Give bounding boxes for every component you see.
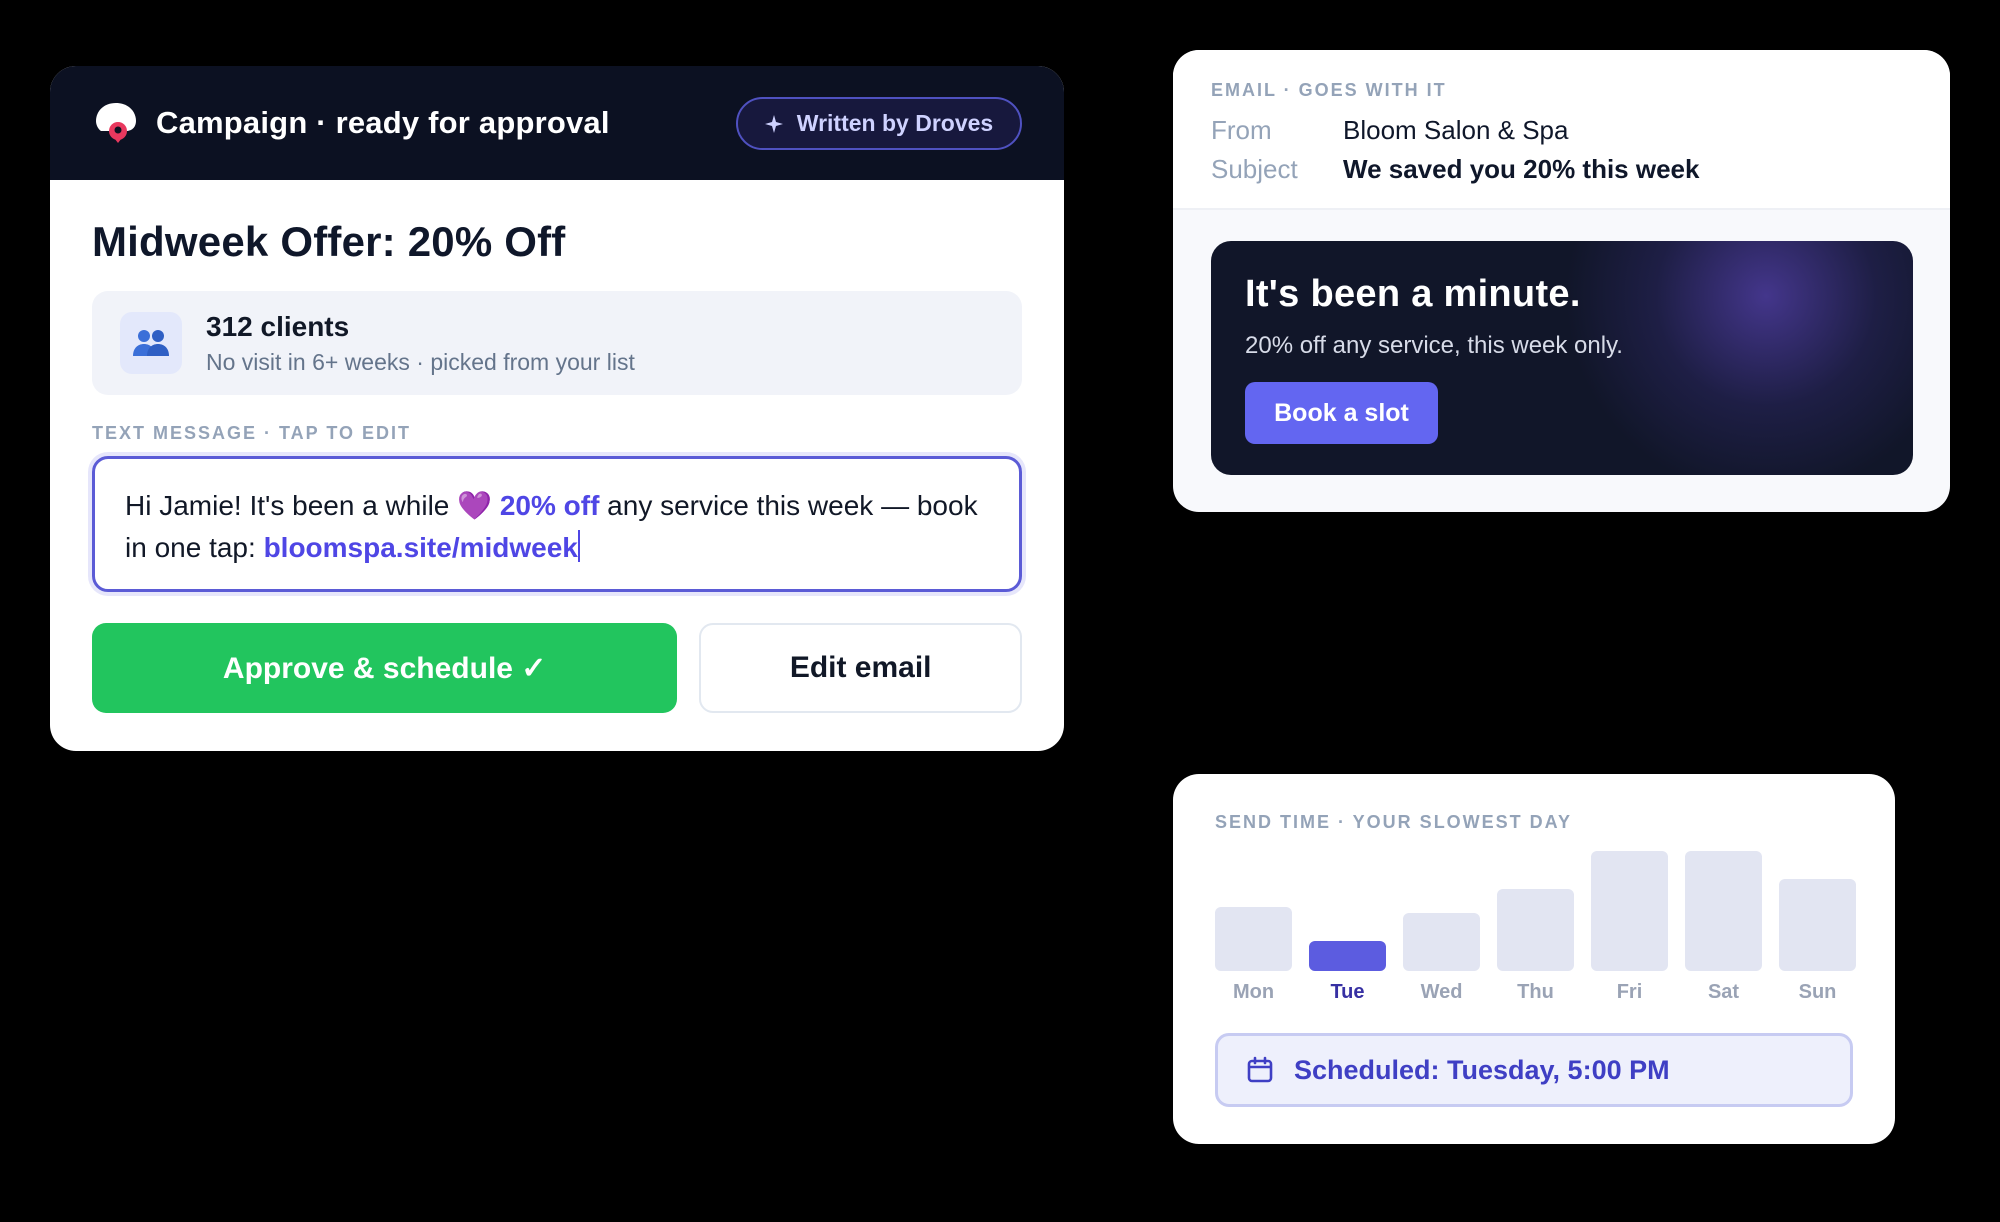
day-label-fri: Fri bbox=[1616, 981, 1643, 1003]
day-label-sun: Sun bbox=[1798, 981, 1837, 1003]
send-time-card: SEND TIME · YOUR SLOWEST DAY Mon Tue Wed Th… bbox=[1173, 774, 1895, 1144]
offer-title: Midweek Offer: 20% Off bbox=[92, 218, 566, 265]
hero-subtitle: 20% off any service, this week only. bbox=[1245, 332, 1623, 359]
day-label-wed: Wed bbox=[1420, 981, 1463, 1003]
email-section-label: EMAIL · GOES WITH IT bbox=[1211, 80, 1447, 100]
sparkle-icon bbox=[764, 114, 783, 133]
email-hero-banner: It's been a minute. 20% off any service,… bbox=[1211, 241, 1913, 475]
bar-tue[interactable] bbox=[1309, 941, 1386, 971]
bar-sun[interactable] bbox=[1779, 878, 1856, 971]
sms-section-label: TEXT MESSAGE · TAP TO EDIT bbox=[92, 423, 412, 443]
bar-wed[interactable] bbox=[1403, 913, 1480, 971]
action-buttons: Approve & schedule ✓ Edit email bbox=[92, 623, 1022, 713]
approve-schedule-button[interactable]: Approve & schedule ✓ bbox=[92, 623, 678, 713]
campaign-card: Campaign · ready for approval Written by… bbox=[50, 66, 1064, 751]
email-preview-card: EMAIL · GOES WITH IT From Bloom Salon & … bbox=[1173, 50, 1950, 512]
bar-mon[interactable] bbox=[1215, 907, 1292, 971]
campaign-body: Midweek Offer: 20% Off 312 clients No vi… bbox=[50, 218, 1064, 713]
bar-thu[interactable] bbox=[1497, 889, 1574, 971]
book-slot-button[interactable]: Book a slot bbox=[1245, 382, 1438, 444]
written-by-label: Written by Droves bbox=[796, 110, 994, 136]
bar-sat[interactable] bbox=[1685, 851, 1762, 971]
scheduled-time[interactable]: Scheduled: Tuesday, 5:00 PM bbox=[1215, 1033, 1853, 1107]
audience-description: No visit in 6+ weeks · picked from your … bbox=[206, 348, 635, 375]
email-from-row: From Bloom Salon & Spa bbox=[1211, 115, 1912, 146]
from-value: Bloom Salon & Spa bbox=[1343, 115, 1569, 145]
day-label-tue: Tue bbox=[1330, 981, 1365, 1003]
hero-title: It's been a minute. bbox=[1245, 273, 1581, 315]
from-key: From bbox=[1211, 115, 1272, 145]
weekday-bar-chart: Mon Tue Wed Thu Fri Sat Sun bbox=[1215, 843, 1856, 1003]
subject-value: We saved you 20% this week bbox=[1343, 154, 1700, 184]
written-by-badge[interactable]: Written by Droves bbox=[736, 97, 1022, 150]
sms-discount-highlight: 20% off bbox=[499, 490, 600, 521]
audience-count: 312 clients bbox=[206, 310, 350, 342]
campaign-title: Campaign · ready for approval bbox=[156, 105, 610, 140]
audience-summary[interactable]: 312 clients No visit in 6+ weeks · picke… bbox=[92, 291, 1022, 395]
send-time-label: SEND TIME · YOUR SLOWEST DAY bbox=[1215, 812, 1573, 832]
campaign-header: Campaign · ready for approval Written by… bbox=[50, 66, 1064, 180]
day-label-sat: Sat bbox=[1707, 981, 1740, 1003]
calendar-icon bbox=[1247, 1056, 1273, 1083]
people-icon bbox=[120, 312, 182, 374]
email-meta: EMAIL · GOES WITH IT From Bloom Salon & … bbox=[1173, 50, 1950, 210]
purple-heart-icon: 💜 bbox=[457, 490, 493, 521]
day-label-mon: Mon bbox=[1232, 981, 1275, 1003]
scheduled-label: Scheduled: Tuesday, 5:00 PM bbox=[1294, 1054, 1670, 1085]
sms-message-editor[interactable]: Hi Jamie! It's been a while 💜 20% off an… bbox=[92, 456, 1022, 592]
edit-email-button[interactable]: Edit email bbox=[699, 623, 1022, 713]
day-label-thu: Thu bbox=[1517, 981, 1554, 1003]
sms-text-part1: Hi Jamie! It's been a while bbox=[125, 490, 458, 521]
bar-fri[interactable] bbox=[1591, 851, 1668, 971]
text-caret bbox=[577, 530, 580, 562]
location-pin-logo-icon bbox=[96, 103, 136, 143]
subject-key: Subject bbox=[1211, 154, 1298, 184]
email-subject-row: Subject We saved you 20% this week bbox=[1211, 154, 1912, 185]
sms-booking-link[interactable]: bloomspa.site/midweek bbox=[264, 532, 578, 563]
